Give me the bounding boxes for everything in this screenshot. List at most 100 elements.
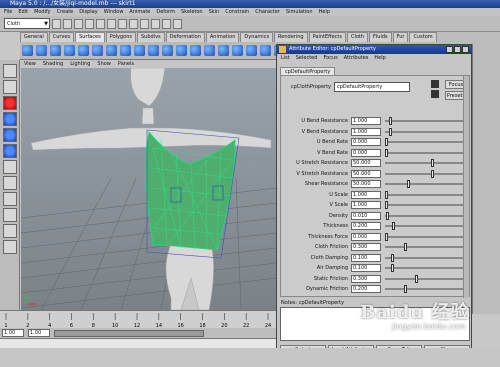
attribute-value-field[interactable]: 1.000 xyxy=(351,117,381,126)
attribute-value-field[interactable]: 0.300 xyxy=(351,243,381,252)
attribute-value-field[interactable]: 0.000 xyxy=(351,138,381,147)
scale-tool-icon[interactable] xyxy=(2,144,17,158)
attribute-slider[interactable] xyxy=(385,222,463,231)
minimize-icon[interactable] xyxy=(446,46,453,53)
ae-menu-list[interactable]: List xyxy=(281,54,290,62)
attribute-value-field[interactable]: 50.000 xyxy=(351,169,381,178)
menu-constrain[interactable]: Constrain xyxy=(225,8,249,16)
select-component-button[interactable] xyxy=(107,18,116,29)
move-tool-icon[interactable] xyxy=(2,112,17,126)
viewport-menu-lighting[interactable]: Lighting xyxy=(70,60,90,68)
last-tool-icon[interactable] xyxy=(2,176,17,190)
go-to-output-icon[interactable] xyxy=(431,90,439,98)
attribute-value-field[interactable]: 0.300 xyxy=(351,274,381,283)
attribute-slider[interactable] xyxy=(385,211,463,220)
slider-thumb[interactable] xyxy=(385,232,388,241)
select-tool-icon[interactable] xyxy=(2,64,17,78)
shelf-tab-cloth[interactable]: Cloth xyxy=(346,32,369,42)
slider-thumb[interactable] xyxy=(385,148,388,157)
shelf-tool-icon[interactable] xyxy=(148,45,159,56)
viewport-menu-view[interactable]: View xyxy=(24,60,36,68)
attribute-slider[interactable] xyxy=(385,190,463,199)
attribute-value-field[interactable]: 1.000 xyxy=(351,190,381,199)
shelf-tab-animation[interactable]: Animation xyxy=(205,32,240,42)
attribute-slider[interactable] xyxy=(385,148,463,157)
menu-simulation[interactable]: Simulation xyxy=(286,8,313,16)
manipulator-tool-icon[interactable] xyxy=(2,160,17,174)
shelf-tab-fur[interactable]: Fur xyxy=(392,32,409,42)
shelf-tool-icon[interactable] xyxy=(176,45,187,56)
range-slider[interactable] xyxy=(54,329,204,337)
menu-modify[interactable]: Modify xyxy=(34,8,51,16)
paint-select-tool-icon[interactable] xyxy=(2,96,17,110)
node-name-field[interactable]: cpDefaultProperty xyxy=(334,82,410,92)
attribute-slider[interactable] xyxy=(385,138,463,147)
attribute-slider[interactable] xyxy=(385,159,463,168)
slider-thumb[interactable] xyxy=(388,117,392,126)
open-scene-button[interactable] xyxy=(63,18,72,29)
menu-character[interactable]: Character xyxy=(255,8,280,16)
shelf-tab-rendering[interactable]: Rendering xyxy=(274,32,308,42)
attribute-value-field[interactable]: 0.000 xyxy=(351,148,381,157)
attribute-slider[interactable] xyxy=(385,253,463,262)
command-line[interactable] xyxy=(0,338,276,348)
attribute-value-field[interactable]: 50.000 xyxy=(351,180,381,189)
menu-skin[interactable]: Skin xyxy=(209,8,220,16)
slider-thumb[interactable] xyxy=(403,285,407,294)
menu-file[interactable]: File xyxy=(4,8,12,16)
render-button[interactable] xyxy=(151,18,160,29)
menu-window[interactable]: Window xyxy=(104,8,124,16)
slider-thumb[interactable] xyxy=(403,243,407,252)
select-object-button[interactable] xyxy=(96,18,105,29)
shelf-tool-icon[interactable] xyxy=(64,45,75,56)
save-scene-button[interactable] xyxy=(74,18,83,29)
snap-curve-button[interactable] xyxy=(129,18,138,29)
four-view-layout-icon[interactable] xyxy=(2,208,17,222)
shelf-tool-icon[interactable] xyxy=(162,45,173,56)
menu-help[interactable]: Help xyxy=(319,8,330,16)
shelf-tool-icon[interactable] xyxy=(190,45,201,56)
shelf-tab-surfaces[interactable]: Surfaces xyxy=(75,32,105,42)
menu-create[interactable]: Create xyxy=(57,8,74,16)
menu-animate[interactable]: Animate xyxy=(129,8,150,16)
slider-thumb[interactable] xyxy=(385,201,388,210)
attribute-value-field[interactable]: 0.100 xyxy=(351,264,381,273)
attribute-slider[interactable] xyxy=(385,127,463,136)
snap-point-button[interactable] xyxy=(140,18,149,29)
attribute-value-field[interactable]: 0.200 xyxy=(351,222,381,231)
shelf-tab-dynamics[interactable]: Dynamics xyxy=(240,32,274,42)
current-frame-field[interactable]: 1.00 xyxy=(28,329,50,337)
shelf-tool-icon[interactable] xyxy=(120,45,131,56)
shelf-tool-icon[interactable] xyxy=(50,45,61,56)
shelf-tool-icon[interactable] xyxy=(134,45,145,56)
ipr-render-button[interactable] xyxy=(162,18,171,29)
ae-menu-help[interactable]: Help xyxy=(374,54,385,62)
outliner-layout-icon[interactable] xyxy=(2,224,17,238)
ae-menu-focus[interactable]: Focus xyxy=(323,54,337,62)
attribute-slider[interactable] xyxy=(385,232,463,241)
shelf-tool-icon[interactable] xyxy=(106,45,117,56)
shelf-tab-deformation[interactable]: Deformation xyxy=(165,32,205,42)
menu-skeleton[interactable]: Skeleton xyxy=(181,8,203,16)
graph-layout-icon[interactable] xyxy=(2,240,17,254)
shelf-tab-curves[interactable]: Curves xyxy=(48,32,75,42)
menu-deform[interactable]: Deform xyxy=(156,8,175,16)
close-icon[interactable] xyxy=(462,46,469,53)
ae-menu-attributes[interactable]: Attributes xyxy=(344,54,369,62)
attribute-slider[interactable] xyxy=(385,169,463,178)
snap-grid-button[interactable] xyxy=(118,18,127,29)
slider-thumb[interactable] xyxy=(390,253,394,262)
time-slider[interactable]: 1 2 4 6 8 10 12 14 16 18 20 22 24 xyxy=(0,310,276,328)
slider-thumb[interactable] xyxy=(414,274,418,283)
range-start-field[interactable]: 1.00 xyxy=(2,329,24,337)
slider-thumb[interactable] xyxy=(385,190,388,199)
attribute-value-field[interactable]: 50.000 xyxy=(351,159,381,168)
attribute-slider[interactable] xyxy=(385,201,463,210)
single-view-layout-icon[interactable] xyxy=(2,192,17,206)
slider-thumb[interactable] xyxy=(388,127,392,136)
shelf-tool-icon[interactable] xyxy=(260,45,271,56)
shelf-tool-icon[interactable] xyxy=(36,45,47,56)
go-to-input-icon[interactable] xyxy=(431,80,439,88)
ae-menu-selected[interactable]: Selected xyxy=(296,54,318,62)
attribute-slider[interactable] xyxy=(385,243,463,252)
